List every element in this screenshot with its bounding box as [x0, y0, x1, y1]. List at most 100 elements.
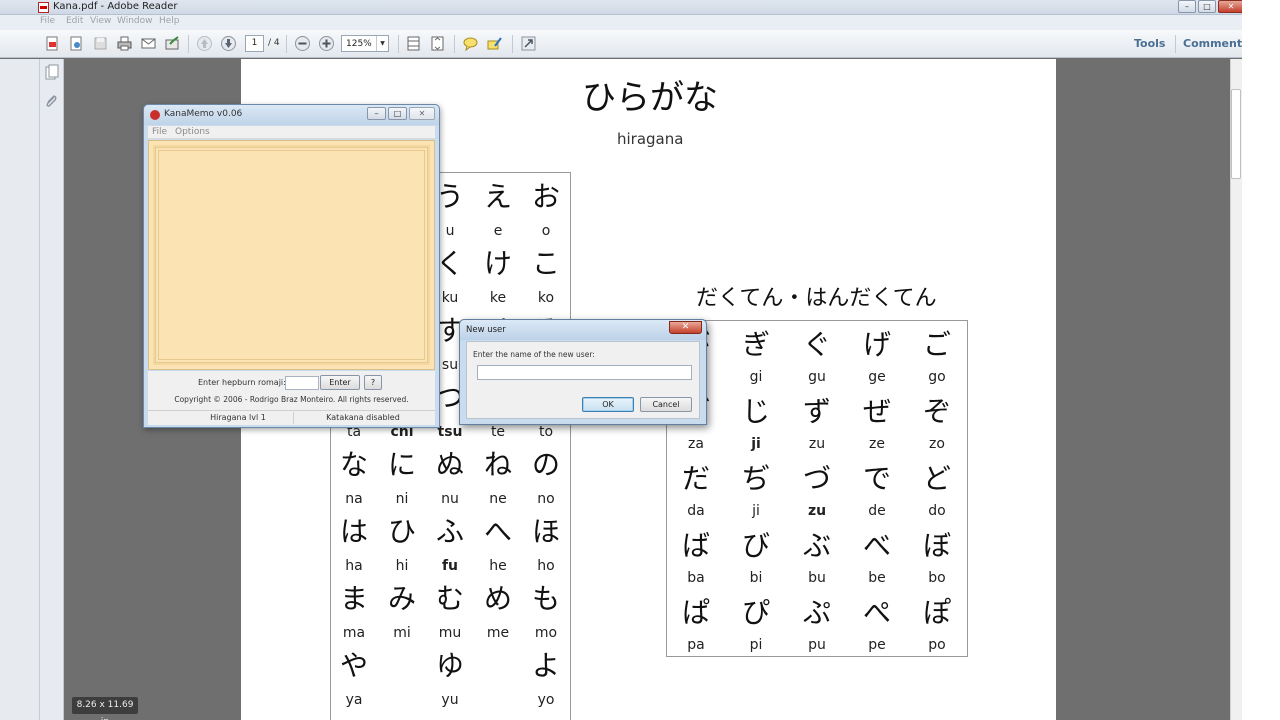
share-icon[interactable]	[164, 35, 181, 52]
highlight-icon[interactable]	[486, 35, 503, 52]
decorative-frame-inner	[158, 150, 425, 360]
romaji-cell: ba	[687, 570, 705, 586]
kana-cell: に	[387, 448, 416, 481]
romaji-cell: po	[928, 637, 946, 653]
romaji-cell: ke	[489, 290, 507, 306]
tools-pane-link[interactable]: Tools	[1134, 37, 1165, 50]
page-number-input[interactable]: 1	[245, 35, 264, 52]
toolbar: 1 / 4 125% ▼ Tools Comment	[0, 30, 1280, 58]
enter-button[interactable]: Enter	[320, 375, 360, 390]
status-divider	[293, 412, 294, 424]
kana-cell: だ	[681, 462, 710, 495]
kana-cell: ぷ	[802, 596, 831, 629]
sticky-note-icon[interactable]	[462, 35, 479, 52]
katakana-status: Katakana disabled	[326, 413, 400, 422]
menu-window[interactable]: Window	[117, 16, 153, 26]
kanamemo-minimize-button[interactable]: –	[367, 107, 386, 120]
window-titlebar: Kana.pdf - Adobe Reader – □ ✕	[0, 0, 1280, 15]
navigation-pane	[40, 59, 64, 720]
kana-cell: ば	[681, 529, 710, 562]
chevron-down-icon[interactable]: ▼	[376, 36, 388, 51]
kana-cell: ご	[922, 328, 951, 361]
save-icon[interactable]	[92, 35, 109, 52]
kana-cell: で	[862, 462, 891, 495]
window-controls: – □ ✕	[1178, 0, 1244, 13]
toolbar-separator	[1175, 35, 1176, 53]
romaji-input[interactable]	[285, 376, 319, 390]
kana-cell: ぢ	[741, 462, 770, 495]
kana-cell: ひ	[387, 515, 416, 548]
kanamemo-maximize-button[interactable]: □	[388, 107, 407, 120]
zoom-select[interactable]: 125% ▼	[341, 35, 389, 52]
romaji-cell: mu	[438, 625, 462, 641]
romaji-cell: gi	[749, 369, 763, 385]
romaji-cell: ko	[537, 290, 555, 306]
open-file-icon[interactable]	[68, 35, 85, 52]
romaji-cell: za	[688, 436, 704, 452]
new-user-name-input[interactable]	[477, 365, 692, 380]
kana-cell: み	[387, 582, 416, 615]
attachments-icon[interactable]	[44, 93, 58, 109]
kanamemo-close-button[interactable]: ✕	[409, 107, 435, 120]
kana-cell: ね	[483, 448, 512, 481]
romaji-cell: ji	[751, 436, 761, 452]
menu-file[interactable]: File	[40, 16, 55, 26]
maximize-button[interactable]: □	[1198, 0, 1216, 13]
page-size-indicator: 8.26 x 11.69 in	[72, 697, 138, 720]
kanamemo-menu-bar: File Options	[148, 126, 435, 139]
kana-cell: や	[339, 649, 368, 682]
next-page-icon[interactable]	[220, 35, 237, 52]
menu-edit[interactable]: Edit	[66, 16, 83, 26]
fit-page-icon[interactable]	[429, 35, 446, 52]
kanamemo-menu-file[interactable]: File	[152, 127, 167, 137]
previous-page-icon[interactable]	[196, 35, 213, 52]
kana-cell: お	[531, 180, 560, 213]
fit-width-icon[interactable]	[405, 35, 422, 52]
romaji-cell: hi	[395, 558, 409, 574]
toolbar-separator	[286, 35, 287, 53]
romaji-cell: ge	[868, 369, 886, 385]
help-button[interactable]: ?	[364, 375, 382, 390]
kana-cell: こ	[531, 247, 560, 280]
romaji-cell: da	[687, 503, 705, 519]
kana-cell: ぐ	[802, 328, 831, 361]
cancel-button[interactable]: Cancel	[640, 397, 692, 412]
create-pdf-icon[interactable]	[44, 35, 61, 52]
kana-cell: び	[741, 529, 770, 562]
kana-cell: べ	[862, 529, 891, 562]
romaji-cell: ni	[395, 491, 409, 507]
kanamemo-title: KanaMemo v0.06	[164, 109, 243, 119]
kana-cell: ぴ	[741, 596, 770, 629]
dakuten-title: だくてん・はんだくてん	[696, 286, 937, 311]
comment-pane-link[interactable]: Comment	[1183, 37, 1242, 50]
kana-cell: む	[435, 582, 464, 615]
kana-cell: ぞ	[922, 395, 951, 428]
kana-cell: け	[483, 247, 512, 280]
scrollbar-thumb[interactable]	[1231, 89, 1241, 179]
romaji-cell: yo	[537, 692, 555, 708]
kanamemo-menu-options[interactable]: Options	[175, 127, 210, 137]
kanamemo-titlebar[interactable]: KanaMemo v0.06 – □ ✕	[144, 105, 439, 125]
kana-cell: へ	[483, 515, 512, 548]
close-button[interactable]: ✕	[1218, 0, 1244, 13]
expand-icon[interactable]	[520, 35, 537, 52]
romaji-cell: fu	[441, 558, 459, 574]
romaji-cell: bi	[749, 570, 763, 586]
romaji-cell: ne	[489, 491, 507, 507]
menu-help[interactable]: Help	[159, 16, 180, 26]
print-icon[interactable]	[116, 35, 133, 52]
romaji-cell: e	[493, 223, 503, 239]
romaji-cell: pa	[687, 637, 705, 653]
minimize-button[interactable]: –	[1178, 0, 1196, 13]
kanamemo-window: KanaMemo v0.06 – □ ✕ File Options Enter …	[143, 104, 440, 428]
ok-button[interactable]: OK	[582, 397, 634, 412]
zoom-in-icon[interactable]	[318, 35, 335, 52]
page-thumbnails-icon[interactable]	[45, 64, 59, 80]
email-icon[interactable]	[140, 35, 157, 52]
kana-cell: ぜ	[862, 395, 891, 428]
zoom-out-icon[interactable]	[294, 35, 311, 52]
dialog-close-button[interactable]: ✕	[669, 321, 702, 334]
menu-view[interactable]: View	[90, 16, 111, 26]
romaji-cell: bu	[808, 570, 826, 586]
dialog-titlebar[interactable]: New user ✕	[460, 320, 706, 340]
